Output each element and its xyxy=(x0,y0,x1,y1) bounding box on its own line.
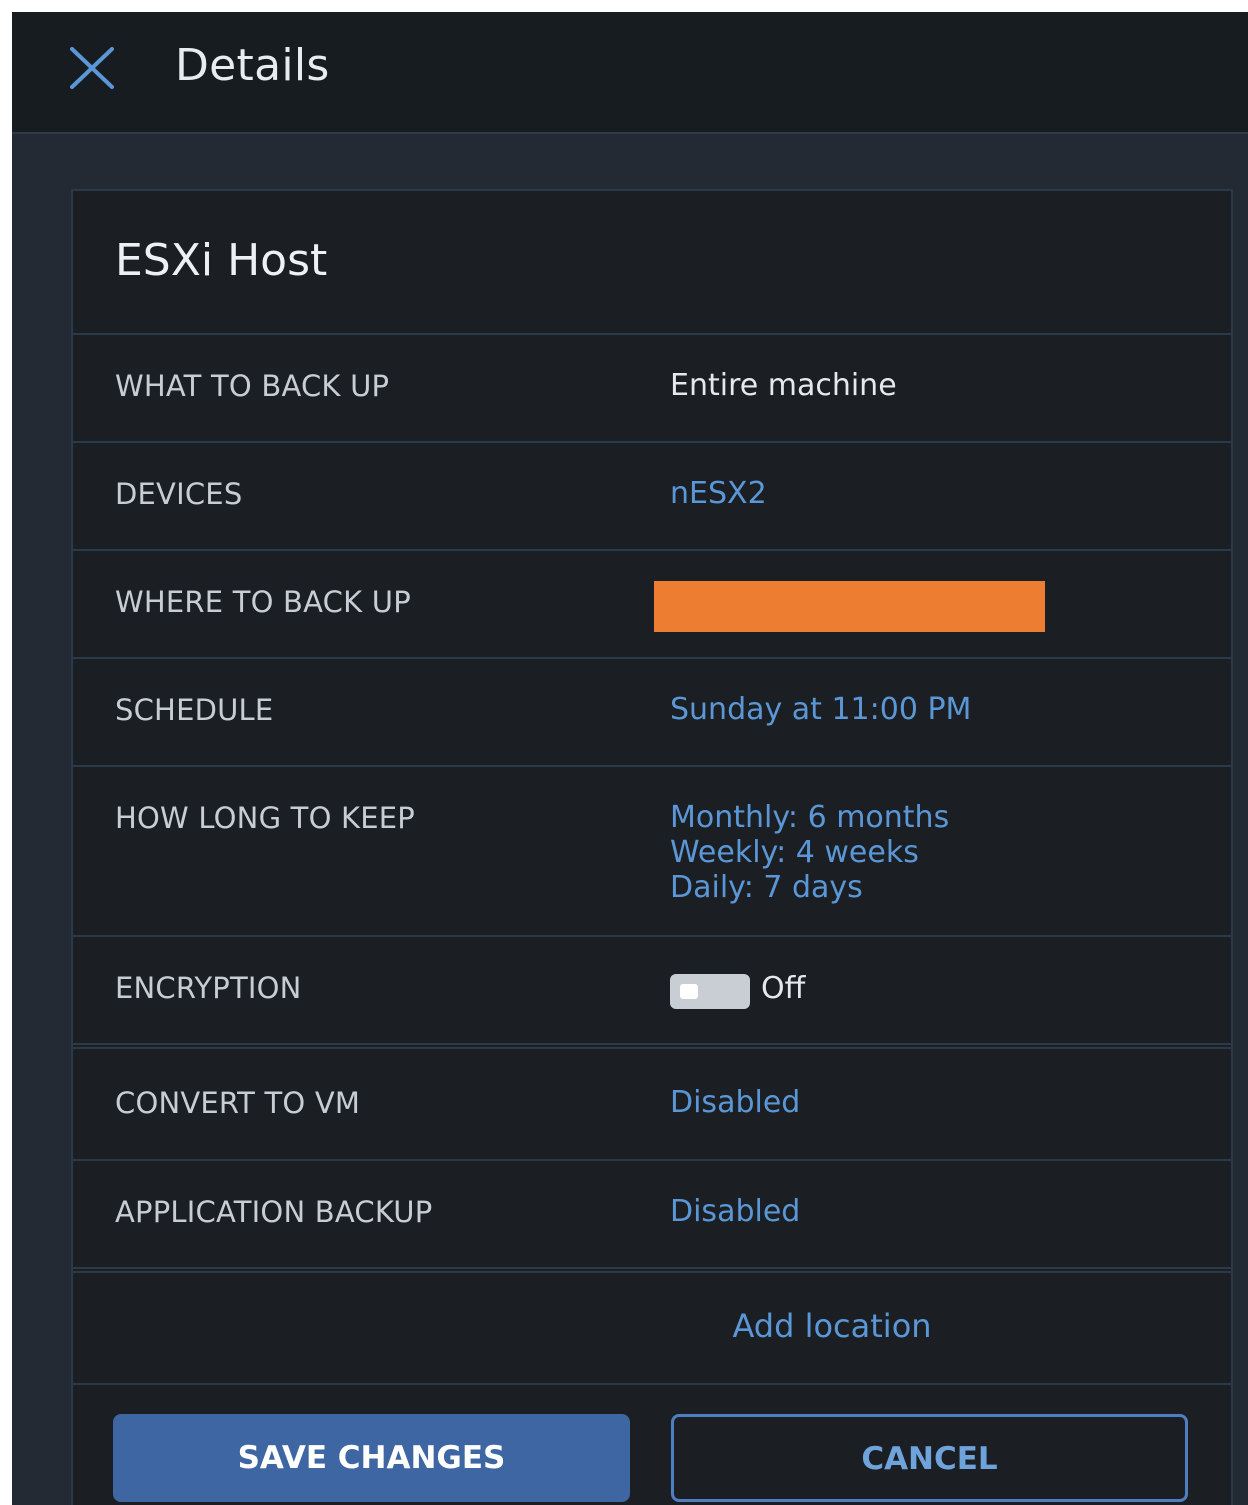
retention-link[interactable]: Monthly: 6 months Weekly: 4 weeks Daily:… xyxy=(670,800,949,905)
save-changes-button[interactable]: SAVE CHANGES xyxy=(113,1414,630,1502)
details-panel: Details ESXi Host WHAT TO BACK UP Entire… xyxy=(12,12,1248,1505)
close-icon[interactable] xyxy=(68,46,116,90)
row-devices: DEVICES nESX2 xyxy=(73,441,1231,549)
card-title: ESXi Host xyxy=(115,235,328,286)
plan-card: ESXi Host WHAT TO BACK UP Entire machine… xyxy=(71,189,1233,1505)
encryption-label: ENCRYPTION xyxy=(115,971,302,1005)
page-title: Details xyxy=(175,40,330,91)
row-application-backup: APPLICATION BACKUP Disabled xyxy=(73,1159,1231,1267)
row-what-to-back-up: WHAT TO BACK UP Entire machine xyxy=(73,333,1231,441)
encryption-state: Off xyxy=(761,971,806,1006)
row-how-long-to-keep: HOW LONG TO KEEP Monthly: 6 months Weekl… xyxy=(73,765,1231,935)
row-encryption: ENCRYPTION Off xyxy=(73,935,1231,1043)
add-location-link[interactable]: Add location xyxy=(73,1307,1248,1345)
convert-to-vm-label: CONVERT TO VM xyxy=(115,1086,361,1120)
row-where-to-back-up: WHERE TO BACK UP xyxy=(73,549,1231,657)
cancel-button[interactable]: CANCEL xyxy=(671,1414,1188,1502)
schedule-label: SCHEDULE xyxy=(115,693,274,727)
retention-weekly: Weekly: 4 weeks xyxy=(670,835,919,870)
schedule-link[interactable]: Sunday at 11:00 PM xyxy=(670,692,971,727)
row-schedule: SCHEDULE Sunday at 11:00 PM xyxy=(73,657,1231,765)
details-header: Details xyxy=(12,12,1248,134)
devices-label: DEVICES xyxy=(115,477,243,511)
actions-divider xyxy=(73,1383,1231,1385)
convert-to-vm-link[interactable]: Disabled xyxy=(670,1085,800,1120)
redacted-location xyxy=(654,581,1045,632)
encryption-toggle[interactable] xyxy=(670,974,750,1009)
how-long-to-keep-label: HOW LONG TO KEEP xyxy=(115,801,415,835)
retention-monthly: Monthly: 6 months xyxy=(670,800,950,835)
what-to-back-up-value: Entire machine xyxy=(670,368,897,403)
toggle-knob xyxy=(680,984,698,999)
retention-daily: Daily: 7 days xyxy=(670,870,863,905)
devices-link[interactable]: nESX2 xyxy=(670,476,767,511)
application-backup-label: APPLICATION BACKUP xyxy=(115,1195,433,1229)
what-to-back-up-label: WHAT TO BACK UP xyxy=(115,369,390,403)
where-to-back-up-label: WHERE TO BACK UP xyxy=(115,585,411,619)
application-backup-link[interactable]: Disabled xyxy=(670,1194,800,1229)
row-convert-to-vm: CONVERT TO VM Disabled xyxy=(73,1043,1231,1159)
row-add-location: Add location xyxy=(73,1267,1231,1383)
